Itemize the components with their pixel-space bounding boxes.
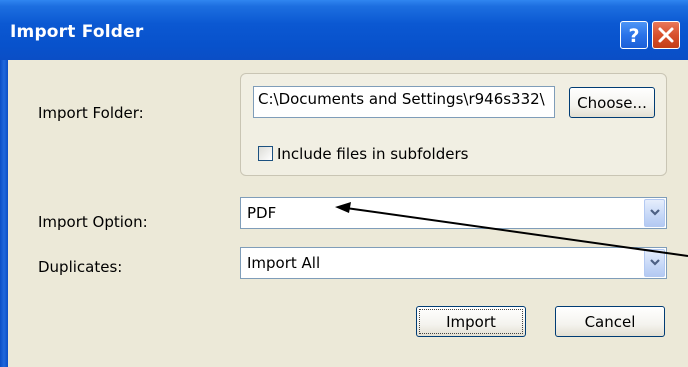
include-subfolders-checkbox[interactable] <box>258 146 273 161</box>
window-title: Import Folder <box>10 22 144 42</box>
title-bar[interactable]: Import Folder ? <box>0 0 688 60</box>
close-icon <box>658 27 674 43</box>
import-folder-label: Import Folder: <box>38 104 144 122</box>
import-folder-dialog: Import Folder ? Import Folder: C:\Docume… <box>0 0 688 367</box>
include-subfolders-label[interactable]: Include files in subfolders <box>277 145 468 163</box>
help-icon: ? <box>628 25 639 47</box>
choose-button[interactable]: Choose... <box>569 87 655 118</box>
import-option-dropdown-button[interactable] <box>644 199 665 227</box>
chevron-down-icon <box>650 259 660 266</box>
duplicates-value: Import All <box>247 254 321 272</box>
close-button[interactable] <box>652 21 680 49</box>
chevron-down-icon <box>650 209 660 216</box>
duplicates-dropdown-button[interactable] <box>644 249 665 277</box>
import-option-label: Import Option: <box>38 213 148 231</box>
help-button[interactable]: ? <box>620 21 648 49</box>
duplicates-select[interactable]: Import All <box>240 247 667 279</box>
choose-button-label: Choose... <box>577 93 647 112</box>
import-button-label: Import <box>419 309 523 334</box>
cancel-button[interactable]: Cancel <box>555 306 665 337</box>
cancel-button-label: Cancel <box>584 312 636 331</box>
import-option-value: PDF <box>247 204 277 222</box>
window-border-left <box>0 60 8 367</box>
folder-path-field[interactable]: C:\Documents and Settings\r946s332\ <box>253 86 555 118</box>
import-button[interactable]: Import <box>416 306 526 337</box>
import-option-select[interactable]: PDF <box>240 197 667 229</box>
duplicates-label: Duplicates: <box>38 258 123 276</box>
help-glyph: ? <box>628 25 639 47</box>
